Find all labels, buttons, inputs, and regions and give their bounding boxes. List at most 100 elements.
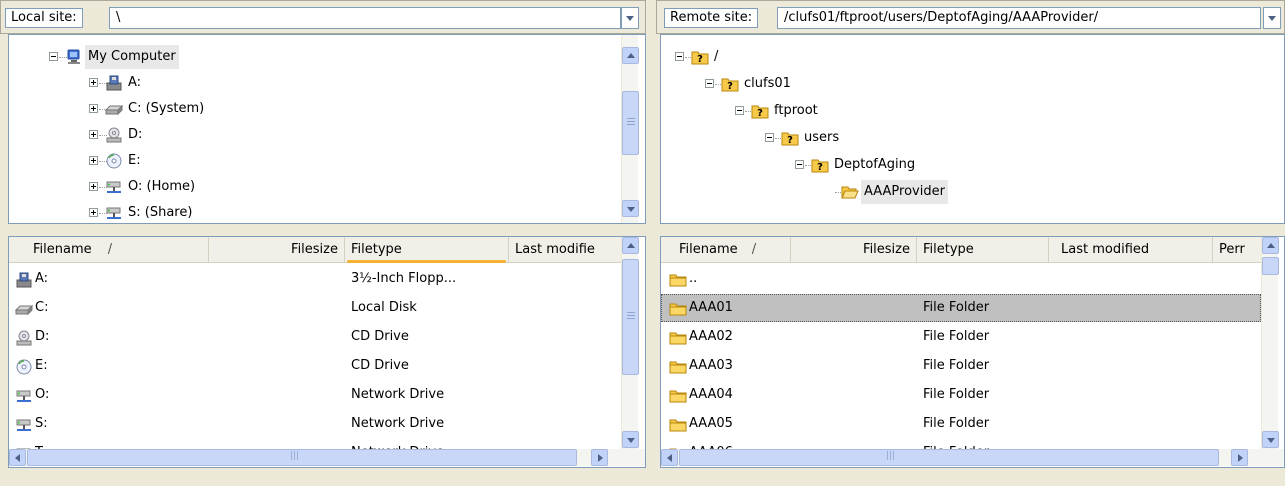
remote-file-name: AAA01 xyxy=(689,300,733,315)
local-col-filetype[interactable]: Filetype xyxy=(345,237,509,263)
folder-icon xyxy=(669,300,687,316)
remote-tree-node[interactable]: ? users xyxy=(661,126,1261,150)
scroll-thumb[interactable] xyxy=(1262,257,1279,275)
folder-icon xyxy=(669,416,687,432)
expand-icon[interactable] xyxy=(89,78,98,87)
local-col-filename[interactable]: Filename / xyxy=(9,237,209,263)
local-tree-node[interactable]: O: (Home) xyxy=(9,175,609,199)
remote-tree-node[interactable]: ? clufs01 xyxy=(661,72,1261,96)
remote-file-type: File Folder xyxy=(923,358,990,373)
local-file-name: A: xyxy=(35,271,49,286)
remote-col-last-modified[interactable]: Last modified xyxy=(1049,237,1213,263)
remote-file-list[interactable]: Filename / Filesize Filetype Last modifi… xyxy=(660,236,1285,468)
local-tree-vscrollbar[interactable] xyxy=(621,35,639,223)
local-file-row[interactable]: S: Network Drive xyxy=(9,410,621,438)
local-file-list-header: Filename / Filesize Filetype Last modifi… xyxy=(9,237,621,263)
remote-file-row[interactable]: .. xyxy=(661,265,1261,293)
scroll-down-button[interactable] xyxy=(622,200,639,217)
unknown-folder-icon: ? xyxy=(811,157,829,173)
remote-col-filename[interactable]: Filename / xyxy=(661,237,791,263)
remote-directory-tree[interactable]: ? /? clufs01? ftproot? users? DeptofAging AAAP… xyxy=(660,34,1285,224)
collapse-icon[interactable] xyxy=(795,160,804,169)
remote-tree-label: / xyxy=(714,49,719,64)
scroll-down-button[interactable] xyxy=(1262,431,1279,448)
scroll-up-button[interactable] xyxy=(622,237,639,254)
local-file-type: Network Drive xyxy=(351,416,445,431)
collapse-icon[interactable] xyxy=(705,79,714,88)
network-drive-icon xyxy=(15,387,33,403)
local-file-row[interactable]: O: Network Drive xyxy=(9,381,621,409)
dvd-drive-icon xyxy=(15,358,33,375)
remote-site-dropdown-button[interactable] xyxy=(1263,7,1281,29)
remote-tree-node[interactable]: ? ftproot xyxy=(661,99,1261,123)
unknown-folder-icon: ? xyxy=(721,76,739,92)
scroll-thumb[interactable] xyxy=(622,259,639,375)
folder-icon xyxy=(669,271,687,287)
local-file-row[interactable]: A: 3½-Inch Flopp... xyxy=(9,265,621,293)
svg-text:?: ? xyxy=(697,54,703,65)
remote-tree-node[interactable]: AAAProvider xyxy=(661,180,1261,204)
local-file-name: S: xyxy=(35,416,48,431)
collapse-icon[interactable] xyxy=(675,52,684,61)
svg-text:?: ? xyxy=(817,162,823,173)
scroll-thumb[interactable] xyxy=(622,91,639,155)
remote-col-filetype[interactable]: Filetype xyxy=(917,237,1049,263)
local-list-hscrollbar[interactable]: ||| xyxy=(9,449,645,466)
collapse-icon[interactable] xyxy=(735,106,744,115)
local-tree-node[interactable]: C: (System) xyxy=(9,97,609,121)
collapse-icon[interactable] xyxy=(49,52,58,61)
remote-site-path-input[interactable]: /clufs01/ftproot/users/DeptofAging/AAAPr… xyxy=(777,7,1261,29)
local-site-path-input[interactable]: \ xyxy=(109,7,621,29)
scroll-left-button[interactable] xyxy=(661,449,678,466)
horizontal-scroll-thumb[interactable]: ||| xyxy=(27,449,577,466)
local-file-row[interactable]: C: Local Disk xyxy=(9,294,621,322)
remote-tree-label: AAAProvider xyxy=(861,180,948,204)
expand-icon[interactable] xyxy=(89,156,98,165)
local-col-last-modified[interactable]: Last modifie xyxy=(509,237,621,263)
remote-file-row[interactable]: AAA02 File Folder xyxy=(661,323,1261,351)
remote-file-row[interactable]: AAA04 File Folder xyxy=(661,381,1261,409)
remote-file-name: AAA03 xyxy=(689,358,733,373)
remote-tree-node[interactable]: ? / xyxy=(661,45,1261,69)
remote-list-vscrollbar[interactable] xyxy=(1261,237,1279,449)
horizontal-scroll-thumb[interactable]: ||| xyxy=(679,449,1219,466)
local-tree-node[interactable]: D: xyxy=(9,123,609,147)
remote-tree-label: users xyxy=(804,130,840,145)
local-tree-node[interactable]: E: xyxy=(9,149,609,173)
floppy-drive-icon xyxy=(15,271,33,288)
network-drive-icon xyxy=(105,179,123,195)
local-file-list[interactable]: Filename / Filesize Filetype Last modifi… xyxy=(8,236,646,468)
local-tree-node[interactable]: A: xyxy=(9,71,609,95)
local-col-filesize[interactable]: Filesize xyxy=(209,237,345,263)
scroll-right-button[interactable] xyxy=(1231,449,1248,466)
remote-file-row[interactable]: AAA03 File Folder xyxy=(661,352,1261,380)
local-directory-tree[interactable]: My Computer A: C: (System) D: E: O: (Home) S: … xyxy=(8,34,646,224)
remote-file-row[interactable]: AAA05 File Folder xyxy=(661,410,1261,438)
remote-tree-node[interactable]: ? DeptofAging xyxy=(661,153,1261,177)
remote-col-permissions[interactable]: Perr xyxy=(1213,237,1261,263)
svg-text:?: ? xyxy=(727,81,733,92)
scroll-right-button[interactable] xyxy=(591,449,608,466)
local-list-vscrollbar[interactable] xyxy=(621,237,639,449)
local-file-row[interactable]: E: CD Drive xyxy=(9,352,621,380)
expand-icon[interactable] xyxy=(89,104,98,113)
local-file-type: Local Disk xyxy=(351,300,417,315)
remote-col-filesize[interactable]: Filesize xyxy=(791,237,917,263)
scroll-left-button[interactable] xyxy=(9,449,26,466)
local-tree-node[interactable]: S: (Share) xyxy=(9,201,609,223)
remote-list-hscrollbar[interactable]: ||| xyxy=(661,449,1284,466)
remote-file-row[interactable]: AAA01 File Folder xyxy=(661,294,1261,322)
local-site-dropdown-button[interactable] xyxy=(621,7,639,29)
local-file-type: 3½-Inch Flopp... xyxy=(351,271,457,286)
scroll-up-button[interactable] xyxy=(622,47,639,64)
local-file-row[interactable]: D: CD Drive xyxy=(9,323,621,351)
local-tree-node[interactable]: My Computer xyxy=(9,45,609,69)
expand-icon[interactable] xyxy=(89,130,98,139)
scroll-up-button[interactable] xyxy=(1262,237,1279,254)
scroll-down-button[interactable] xyxy=(622,431,639,448)
expand-icon[interactable] xyxy=(89,182,98,191)
expand-icon[interactable] xyxy=(89,208,98,217)
collapse-icon[interactable] xyxy=(765,133,774,142)
remote-file-type: File Folder xyxy=(923,300,990,315)
unknown-folder-icon: ? xyxy=(751,103,769,119)
